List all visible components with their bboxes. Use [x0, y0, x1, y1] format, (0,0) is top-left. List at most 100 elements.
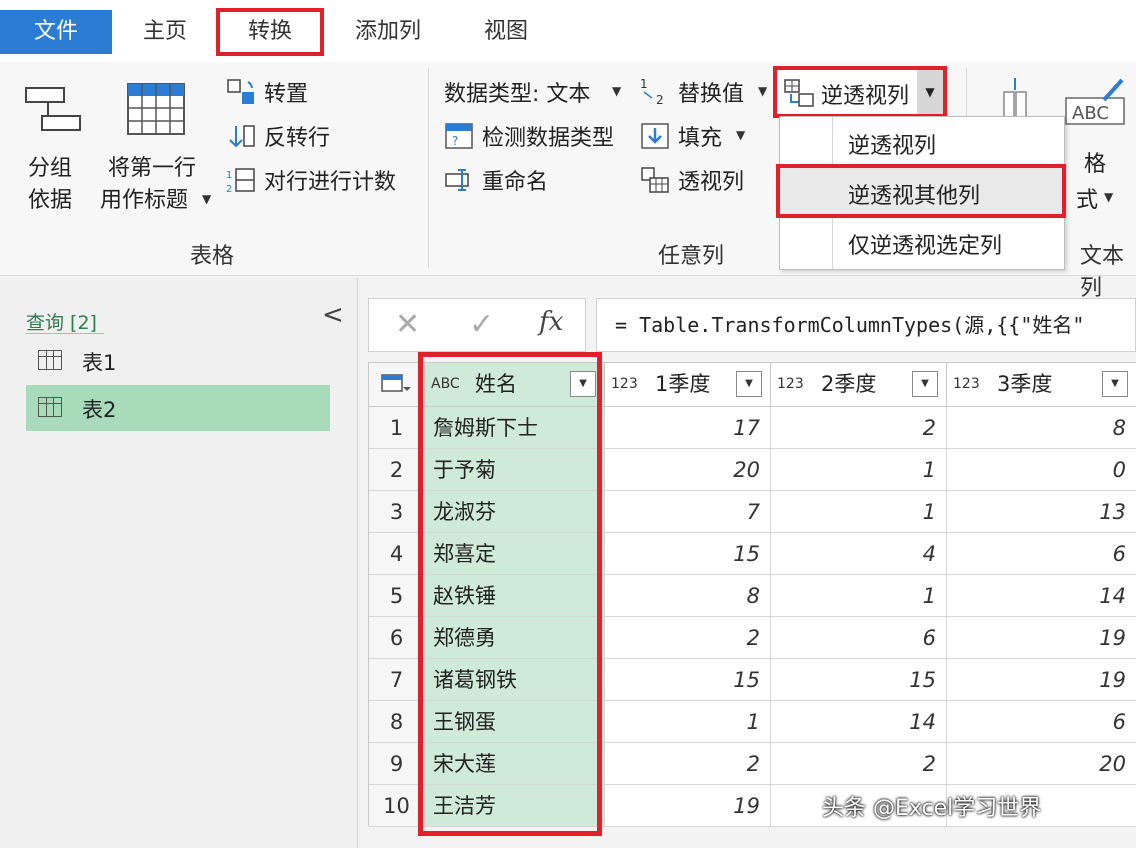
cell-name[interactable]: 王钢蛋: [425, 701, 605, 743]
pivot-button[interactable]: 透视列: [640, 164, 760, 196]
cell-q1[interactable]: 15: [605, 659, 771, 701]
cell-q3[interactable]: 0: [947, 449, 1136, 491]
filter-dropdown-icon[interactable]: ▼: [1102, 371, 1128, 397]
count-rows-button[interactable]: 1 2 对行进行计数: [226, 164, 416, 196]
cell-name[interactable]: 宋大莲: [425, 743, 605, 785]
row-number[interactable]: 10: [369, 785, 425, 827]
chevron-down-icon[interactable]: ▼: [917, 70, 943, 114]
column-header-q2[interactable]: 123 2季度 ▼: [771, 363, 947, 407]
fx-icon[interactable]: fx: [539, 307, 563, 337]
cell-q3[interactable]: 6: [947, 701, 1136, 743]
group-by-button[interactable]: 分组 依据: [14, 80, 90, 220]
number-type-icon[interactable]: 123: [611, 363, 638, 405]
cell-q2[interactable]: 1: [771, 449, 947, 491]
cell-q3[interactable]: 8: [947, 407, 1136, 449]
data-type-dropdown[interactable]: 数据类型: 文本 ▼: [444, 76, 628, 108]
cell-q1[interactable]: 19: [605, 785, 771, 827]
header-row-icon: [127, 83, 185, 135]
column-header-q3[interactable]: 123 3季度 ▼: [947, 363, 1136, 407]
cell-q3[interactable]: 14: [947, 575, 1136, 617]
cell-q1[interactable]: 8: [605, 575, 771, 617]
cell-q3[interactable]: 19: [947, 617, 1136, 659]
watermark: 头条 @Excel学习世界: [822, 796, 1042, 821]
filter-dropdown-icon[interactable]: ▼: [570, 371, 596, 397]
cell-name[interactable]: 赵铁锤: [425, 575, 605, 617]
number-type-icon[interactable]: 123: [953, 363, 980, 405]
cell-q2[interactable]: 14: [771, 701, 947, 743]
svg-text:ABC: ABC: [1072, 103, 1109, 124]
tab-add-column[interactable]: 添加列: [340, 8, 436, 56]
confirm-icon[interactable]: ✓: [469, 307, 494, 342]
cell-name[interactable]: 郑喜定: [425, 533, 605, 575]
format-button[interactable]: 格 式 ▼: [1074, 146, 1124, 216]
detect-type-button[interactable]: ? 检测数据类型: [444, 120, 634, 152]
cell-name[interactable]: 于予菊: [425, 449, 605, 491]
collapse-pane-icon[interactable]: <: [322, 300, 344, 330]
cancel-icon[interactable]: ✕: [395, 307, 420, 342]
row-number[interactable]: 4: [369, 533, 425, 575]
cell-q1[interactable]: 7: [605, 491, 771, 533]
cell-q1[interactable]: 2: [605, 617, 771, 659]
grid-corner-menu[interactable]: [369, 363, 425, 407]
formula-input[interactable]: = Table.TransformColumnTypes(源,{{"姓名": [596, 298, 1136, 352]
text-type-icon[interactable]: ABC: [431, 363, 460, 405]
unpivot-label: 逆透视列: [821, 84, 910, 109]
cell-q1[interactable]: 17: [605, 407, 771, 449]
row-number[interactable]: 7: [369, 659, 425, 701]
tab-view[interactable]: 视图: [468, 8, 544, 56]
unpivot-columns-button[interactable]: 逆透视列 ▼: [773, 66, 947, 118]
cell-q2[interactable]: 15: [771, 659, 947, 701]
row-number[interactable]: 6: [369, 617, 425, 659]
cell-q1[interactable]: 1: [605, 701, 771, 743]
query-item-table1[interactable]: 表1: [26, 338, 330, 384]
cell-name[interactable]: 郑德勇: [425, 617, 605, 659]
row-number[interactable]: 2: [369, 449, 425, 491]
row-number[interactable]: 5: [369, 575, 425, 617]
filter-dropdown-icon[interactable]: ▼: [736, 371, 762, 397]
cell-q2[interactable]: 1: [771, 575, 947, 617]
filter-dropdown-icon[interactable]: ▼: [912, 371, 938, 397]
cell-name[interactable]: 王洁芳: [425, 785, 605, 827]
menu-item-unpivot-selected-only[interactable]: 仅逆透视选定列: [848, 228, 1002, 260]
query-item-table2[interactable]: 表2: [26, 385, 330, 431]
rename-button[interactable]: 重命名: [444, 164, 564, 196]
replace-values-label: 替换值: [678, 82, 745, 107]
cell-q3[interactable]: 6: [947, 533, 1136, 575]
cell-q2[interactable]: 4: [771, 533, 947, 575]
cell-q3[interactable]: 13: [947, 491, 1136, 533]
cell-q3[interactable]: 20: [947, 743, 1136, 785]
tab-home[interactable]: 主页: [125, 8, 205, 56]
row-number[interactable]: 1: [369, 407, 425, 449]
column-header-name[interactable]: ABC 姓名 ▼: [425, 363, 605, 407]
table-row: 5 赵铁锤 8 1 14: [369, 575, 1136, 617]
menu-item-unpivot-columns[interactable]: 逆透视列: [848, 128, 936, 160]
rename-icon: [445, 169, 469, 191]
menu-item-unpivot-other-columns[interactable]: 逆透视其他列: [848, 178, 980, 210]
tab-file[interactable]: 文件: [0, 10, 112, 54]
tab-transform[interactable]: 转换: [216, 8, 324, 56]
cell-q2[interactable]: 2: [771, 407, 947, 449]
cell-q1[interactable]: 2: [605, 743, 771, 785]
row-number[interactable]: 3: [369, 491, 425, 533]
cell-q3[interactable]: 19: [947, 659, 1136, 701]
cell-q1[interactable]: 15: [605, 533, 771, 575]
column-header-q1[interactable]: 123 1季度 ▼: [605, 363, 771, 407]
replace-values-button[interactable]: 1 2 替换值 ▼: [638, 76, 772, 108]
cell-q2[interactable]: 6: [771, 617, 947, 659]
cell-name[interactable]: 龙淑芬: [425, 491, 605, 533]
cell-name[interactable]: 詹姆斯下士: [425, 407, 605, 449]
chevron-down-icon: ▼: [736, 128, 746, 142]
row-number[interactable]: 8: [369, 701, 425, 743]
fill-button[interactable]: 填充 ▼: [640, 120, 750, 152]
number-type-icon[interactable]: 123: [777, 363, 804, 405]
use-first-row-button[interactable]: 将第一行 用作标题 ▼: [98, 80, 218, 220]
cell-q2[interactable]: 2: [771, 743, 947, 785]
chevron-down-icon: ▼: [202, 192, 212, 206]
row-number[interactable]: 9: [369, 743, 425, 785]
transpose-button[interactable]: 转置: [226, 76, 326, 108]
cell-name[interactable]: 诸葛钢铁: [425, 659, 605, 701]
table-group-label: 表格: [190, 244, 235, 269]
cell-q2[interactable]: 1: [771, 491, 947, 533]
cell-q1[interactable]: 20: [605, 449, 771, 491]
reverse-rows-button[interactable]: 反转行: [226, 120, 346, 152]
